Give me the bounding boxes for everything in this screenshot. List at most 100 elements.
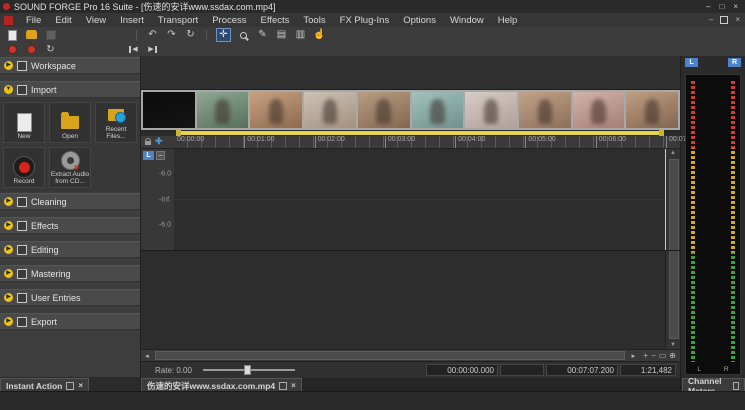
- expand-icon[interactable]: ▶: [4, 197, 13, 206]
- video-thumbnail-5[interactable]: [358, 92, 410, 127]
- waveform-overview[interactable]: [141, 56, 680, 90]
- close-button[interactable]: ×: [733, 3, 738, 11]
- close-panel-icon[interactable]: ×: [78, 383, 83, 389]
- doc-restore-button[interactable]: [720, 16, 728, 24]
- sidebar-section-editing[interactable]: ▶Editing: [0, 241, 140, 258]
- menu-options[interactable]: Options: [396, 13, 443, 27]
- frames-display[interactable]: 1:21,482: [620, 364, 676, 376]
- video-thumbnail-8[interactable]: [519, 92, 571, 127]
- channel-left[interactable]: L−-6.0-Inf.-6.0: [141, 149, 680, 251]
- channel-left-button[interactable]: L: [143, 151, 154, 160]
- edit-tool-icon[interactable]: ✛: [216, 28, 231, 42]
- menu-file[interactable]: File: [19, 13, 48, 27]
- expand-icon[interactable]: ▶: [4, 61, 13, 70]
- pencil-tool-icon[interactable]: ✎: [256, 29, 269, 41]
- action-extract-audio-from-cd-[interactable]: Extract Audio from CD...: [49, 147, 91, 188]
- redo-icon[interactable]: ↷: [165, 29, 178, 41]
- undo-icon[interactable]: ↶: [146, 29, 159, 41]
- zoom-selection-icon[interactable]: ▭: [659, 351, 667, 360]
- menu-fx-plug-ins[interactable]: FX Plug-Ins: [333, 13, 397, 27]
- instant-action-tab[interactable]: Instant Action ×: [0, 378, 89, 392]
- menu-insert[interactable]: Insert: [113, 13, 151, 27]
- video-thumbnail-4[interactable]: [304, 92, 356, 127]
- collapse-icon[interactable]: ▼: [4, 85, 13, 94]
- event-tool-icon[interactable]: ▥: [294, 29, 307, 41]
- scroll-down-icon[interactable]: ▼: [666, 342, 680, 348]
- doc-close-button[interactable]: ×: [735, 16, 740, 24]
- video-thumbnail-3[interactable]: [250, 92, 302, 127]
- action-record[interactable]: Record: [3, 147, 45, 188]
- sidebar-section-workspace[interactable]: ▶Workspace: [0, 57, 140, 74]
- expand-icon[interactable]: ▶: [4, 293, 13, 302]
- action-recent-files-[interactable]: Recent Files...: [95, 102, 137, 143]
- lock-icon[interactable]: [143, 136, 152, 148]
- channel-collapse-icon[interactable]: −: [156, 151, 165, 160]
- video-thumbnail-1[interactable]: [143, 92, 195, 127]
- document-tab[interactable]: 伤速的安详www.ssdax.com.mp4 ×: [141, 378, 302, 392]
- float-panel-icon[interactable]: [66, 382, 74, 390]
- zoom-fit-icon[interactable]: ⊕: [669, 351, 676, 360]
- meter-right-button[interactable]: R: [728, 58, 741, 67]
- video-thumbnail-10[interactable]: [626, 92, 678, 127]
- video-thumbnail-2[interactable]: [197, 92, 249, 127]
- sidebar-section-mastering[interactable]: ▶Mastering: [0, 265, 140, 282]
- scroll-right-icon[interactable]: ▸: [627, 352, 639, 360]
- expand-icon[interactable]: ▶: [4, 317, 13, 326]
- minimize-button[interactable]: –: [706, 3, 710, 11]
- record-options-icon[interactable]: [6, 44, 19, 56]
- save-icon[interactable]: [44, 29, 57, 41]
- app-menu-icon[interactable]: [4, 16, 13, 25]
- cursor-position-display[interactable]: 00:07:07.200: [546, 364, 618, 376]
- video-thumbnail-6[interactable]: [412, 92, 464, 127]
- zoom-in-icon[interactable]: +: [643, 351, 648, 360]
- go-to-end-icon[interactable]: [146, 44, 159, 56]
- expand-icon[interactable]: ▶: [4, 245, 13, 254]
- maximize-button[interactable]: □: [719, 3, 724, 11]
- rate-slider-handle[interactable]: [244, 365, 251, 375]
- envelope-tool-icon[interactable]: ▤: [275, 29, 288, 41]
- record-icon[interactable]: [25, 44, 38, 56]
- time-ruler[interactable]: 00:00:0000:01:0000:02:0000:03:0000:04:00…: [141, 136, 680, 149]
- snap-icon[interactable]: ✚: [155, 136, 163, 147]
- magnify-tool-icon[interactable]: [237, 29, 250, 41]
- selection-blank-display[interactable]: [500, 364, 544, 376]
- sidebar-section-export[interactable]: ▶Export: [0, 313, 140, 330]
- sidebar-section-import[interactable]: ▼Import: [0, 81, 140, 98]
- horizontal-scroll-thumb[interactable]: [155, 351, 625, 360]
- action-open[interactable]: Open: [49, 102, 91, 143]
- menu-window[interactable]: Window: [443, 13, 491, 27]
- sidebar-section-cleaning[interactable]: ▶Cleaning: [0, 193, 140, 210]
- open-folder-icon[interactable]: [25, 29, 38, 41]
- expand-icon[interactable]: ▶: [4, 221, 13, 230]
- float-doc-icon[interactable]: [279, 382, 287, 390]
- new-file-icon[interactable]: [6, 29, 19, 41]
- go-to-start-icon[interactable]: [127, 44, 140, 56]
- waveform-canvas-left[interactable]: [174, 149, 666, 250]
- menu-edit[interactable]: Edit: [48, 13, 78, 27]
- menu-process[interactable]: Process: [205, 13, 253, 27]
- zoom-out-icon[interactable]: −: [651, 351, 656, 360]
- rate-slider[interactable]: [203, 365, 295, 375]
- meter-left-button[interactable]: L: [685, 58, 698, 67]
- touch-tool-icon[interactable]: ☝: [313, 29, 326, 41]
- float-meters-icon[interactable]: [733, 382, 739, 390]
- scroll-left-icon[interactable]: ◂: [141, 352, 153, 360]
- loop-playback-icon[interactable]: ↻: [44, 44, 57, 56]
- menu-view[interactable]: View: [79, 13, 113, 27]
- video-thumbnail-9[interactable]: [573, 92, 625, 127]
- channel-meters-tab[interactable]: Channel Meters: [682, 378, 745, 392]
- waveform-editor[interactable]: ▲ ▼ L−-6.0-Inf.-6.0: [141, 149, 680, 350]
- selection-start-display[interactable]: 00:00:00.000: [426, 364, 498, 376]
- close-doc-icon[interactable]: ×: [291, 383, 296, 389]
- menu-help[interactable]: Help: [491, 13, 525, 27]
- doc-minimize-button[interactable]: –: [709, 16, 713, 24]
- expand-icon[interactable]: ▶: [4, 269, 13, 278]
- video-thumbnail-7[interactable]: [465, 92, 517, 127]
- menu-tools[interactable]: Tools: [296, 13, 332, 27]
- menu-transport[interactable]: Transport: [151, 13, 205, 27]
- menu-effects[interactable]: Effects: [254, 13, 297, 27]
- repeat-icon[interactable]: ↻: [184, 29, 197, 41]
- sidebar-section-user-entries[interactable]: ▶User Entries: [0, 289, 140, 306]
- action-new[interactable]: New: [3, 102, 45, 143]
- sidebar-section-effects[interactable]: ▶Effects: [0, 217, 140, 234]
